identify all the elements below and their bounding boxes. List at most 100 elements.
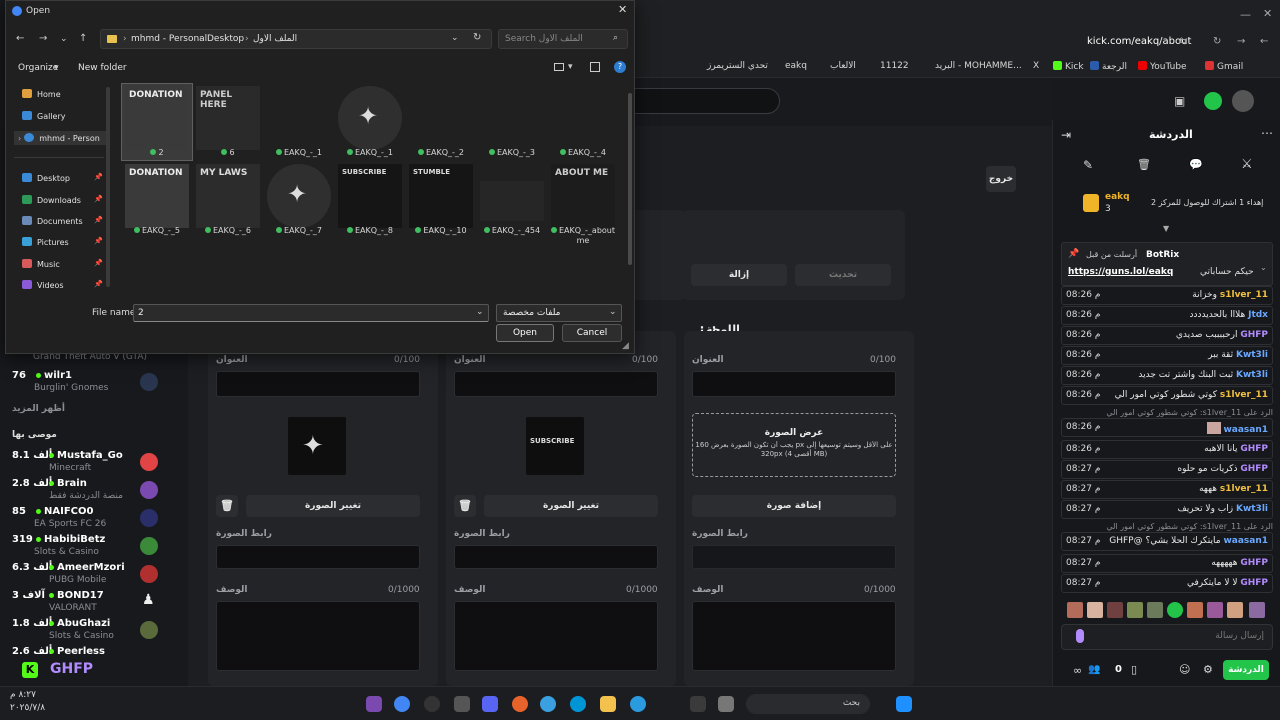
chrome-icon[interactable] bbox=[394, 696, 410, 712]
file-thumbnail[interactable]: STUMBLE bbox=[409, 164, 473, 228]
discord-icon[interactable] bbox=[482, 696, 498, 712]
emote-icon[interactable] bbox=[1167, 602, 1183, 618]
title-input[interactable] bbox=[692, 371, 896, 397]
title-input[interactable] bbox=[454, 371, 658, 397]
kick-logo-icon[interactable] bbox=[1204, 92, 1222, 110]
address-bar[interactable]: kick.com/eakq/about bbox=[1087, 36, 1191, 47]
sidebar-channel[interactable]: 3 آلاف BOND17 VALORANT ♟ bbox=[12, 588, 182, 613]
chevron-down-icon[interactable]: ▾ bbox=[568, 62, 573, 72]
nav-scrollbar[interactable] bbox=[106, 87, 110, 287]
cancel-button[interactable]: Cancel bbox=[562, 324, 622, 342]
remove-button[interactable]: إزالة bbox=[691, 264, 787, 286]
pin-icon[interactable]: 📌 bbox=[94, 280, 103, 288]
nav-videos[interactable]: Videos bbox=[22, 280, 64, 290]
wallet-icon[interactable]: ▣ bbox=[1174, 94, 1185, 108]
chat-input[interactable]: إرسال رسالة bbox=[1061, 624, 1273, 650]
show-more-link[interactable]: أظهر المزيد bbox=[12, 404, 65, 414]
file-name[interactable]: EAKQ_-_4 bbox=[547, 148, 619, 157]
pin-icon[interactable]: ✎ bbox=[1083, 158, 1093, 172]
sidebar-channel[interactable]: 319 HabibiBetz Slots & Casino bbox=[12, 532, 182, 557]
firefox-icon[interactable] bbox=[512, 696, 528, 712]
back-icon[interactable]: ← bbox=[1260, 36, 1268, 47]
emote-icon[interactable] bbox=[1107, 602, 1123, 618]
chevron-down-icon[interactable]: ⌄ bbox=[476, 307, 484, 317]
nav-documents[interactable]: Documents bbox=[22, 216, 83, 226]
file-name[interactable]: 2 bbox=[121, 148, 193, 157]
nav-onedrive[interactable]: › mhmd - Person bbox=[14, 131, 106, 145]
file-thumbnail[interactable]: DONATION bbox=[125, 164, 189, 228]
delete-icon[interactable]: 🗑 bbox=[454, 495, 476, 517]
reload-icon[interactable]: ↻ bbox=[1213, 36, 1221, 47]
file-name[interactable]: EAKQ_-_1 bbox=[334, 148, 406, 157]
emote-icon[interactable] bbox=[1067, 602, 1083, 618]
file-thumbnail[interactable]: MY LAWS bbox=[196, 164, 260, 228]
pin-icon[interactable]: 📌 bbox=[94, 216, 103, 224]
file-thumbnail[interactable]: ABOUT ME bbox=[551, 164, 615, 228]
bookmark-kick[interactable]: Kick bbox=[1053, 61, 1084, 72]
app-icon[interactable] bbox=[366, 696, 382, 712]
media-player-icon[interactable] bbox=[424, 696, 440, 712]
file-thumbnail[interactable]: ✦ bbox=[267, 164, 331, 228]
slow-mode-icon[interactable]: ▯ bbox=[1131, 663, 1137, 676]
clock-date[interactable]: ٢٠٢٥/٧/٨ bbox=[10, 703, 45, 713]
app-icon[interactable] bbox=[454, 696, 470, 712]
file-thumbnail[interactable] bbox=[480, 86, 544, 150]
infinity-icon[interactable]: ∞ bbox=[1073, 664, 1082, 677]
file-name[interactable]: EAKQ_-_6 bbox=[192, 226, 264, 235]
pin-icon[interactable]: 📌 bbox=[94, 173, 103, 181]
emote-icon[interactable] bbox=[1187, 602, 1203, 618]
nav-music[interactable]: Music bbox=[22, 259, 60, 269]
edge-icon[interactable] bbox=[630, 696, 646, 712]
chevron-down-icon[interactable]: ⌄ bbox=[451, 33, 459, 43]
chevron-down-icon[interactable]: ⌄ bbox=[60, 34, 68, 44]
desc-textarea[interactable] bbox=[692, 601, 896, 671]
sidebar-channel[interactable]: 2.8 ألف Brain منصة الدردشة فقط bbox=[12, 476, 182, 501]
pin-icon[interactable]: 📌 bbox=[94, 259, 103, 267]
bookmark-eakq[interactable]: eakq bbox=[785, 61, 807, 71]
file-thumbnail[interactable]: DONATION bbox=[125, 86, 189, 150]
search-input[interactable]: Search الملف الاول ⌕ bbox=[498, 29, 628, 49]
clock-time[interactable]: ٨:٢٧ م bbox=[10, 690, 36, 700]
desc-textarea[interactable] bbox=[216, 601, 420, 671]
nav-gallery[interactable]: Gallery bbox=[22, 111, 66, 121]
address-bar[interactable]: › mhmd - Personal › Desktop › الملف الاو… bbox=[100, 29, 492, 49]
file-type-select[interactable]: ملفات مخصصة ⌄ bbox=[496, 304, 622, 322]
emote-icon[interactable] bbox=[1147, 602, 1163, 618]
new-folder-button[interactable]: New folder bbox=[78, 63, 127, 73]
file-name-input[interactable]: 2 ⌄ bbox=[133, 304, 489, 322]
bookmark-gmail[interactable]: Gmail bbox=[1205, 61, 1243, 72]
file-thumbnail[interactable] bbox=[267, 86, 331, 150]
expand-icon[interactable]: ⌄ bbox=[1260, 263, 1267, 272]
delete-icon[interactable]: 🗑 bbox=[216, 495, 238, 517]
file-name[interactable]: EAKQ_-_8 bbox=[334, 226, 406, 235]
sidebar-channel[interactable]: 1.8 ألف AbuGhazi Slots & Casino bbox=[12, 616, 182, 641]
bookmark-games[interactable]: الالعاب bbox=[830, 61, 856, 71]
title-input[interactable] bbox=[216, 371, 420, 397]
file-name[interactable]: EAKQ_-_5 bbox=[121, 226, 193, 235]
link-input[interactable] bbox=[454, 545, 658, 569]
emote-icon[interactable] bbox=[1127, 602, 1143, 618]
minimize-icon[interactable]: — bbox=[1240, 8, 1251, 21]
nav-downloads[interactable]: Downloads bbox=[22, 195, 81, 205]
breadcrumb[interactable]: Desktop bbox=[207, 34, 244, 44]
breadcrumb[interactable]: mhmd - Personal bbox=[131, 34, 207, 44]
file-thumbnail[interactable]: PANEL HERE bbox=[196, 86, 260, 150]
file-thumbnail[interactable]: ✦ bbox=[338, 86, 402, 150]
emote-icon[interactable] bbox=[1087, 602, 1103, 618]
emote-icon[interactable] bbox=[1207, 602, 1223, 618]
avatar[interactable] bbox=[1232, 90, 1254, 112]
emote-icon[interactable] bbox=[1227, 602, 1243, 618]
forward-icon[interactable]: → bbox=[1237, 36, 1245, 47]
resize-grip-icon[interactable]: ◢ bbox=[622, 341, 629, 351]
file-thumbnail[interactable] bbox=[480, 181, 544, 221]
mic-icon[interactable] bbox=[1076, 629, 1084, 643]
sidebar-channel[interactable]: 85 NAIFCO0 EA Sports FC 26 bbox=[12, 504, 182, 529]
view-icon[interactable] bbox=[554, 63, 564, 71]
preview-pane-icon[interactable] bbox=[590, 62, 600, 72]
pin-icon[interactable]: 📌 bbox=[94, 195, 103, 203]
settings-icon[interactable]: ⚙ bbox=[1203, 663, 1213, 676]
sidebar-channel-wilr1[interactable]: 76 wilr1 Burglin' Gnomes bbox=[12, 368, 182, 393]
nav-desktop[interactable]: Desktop bbox=[22, 173, 70, 183]
help-icon[interactable]: ? bbox=[614, 61, 626, 73]
logout-button[interactable]: خروج bbox=[986, 166, 1016, 192]
